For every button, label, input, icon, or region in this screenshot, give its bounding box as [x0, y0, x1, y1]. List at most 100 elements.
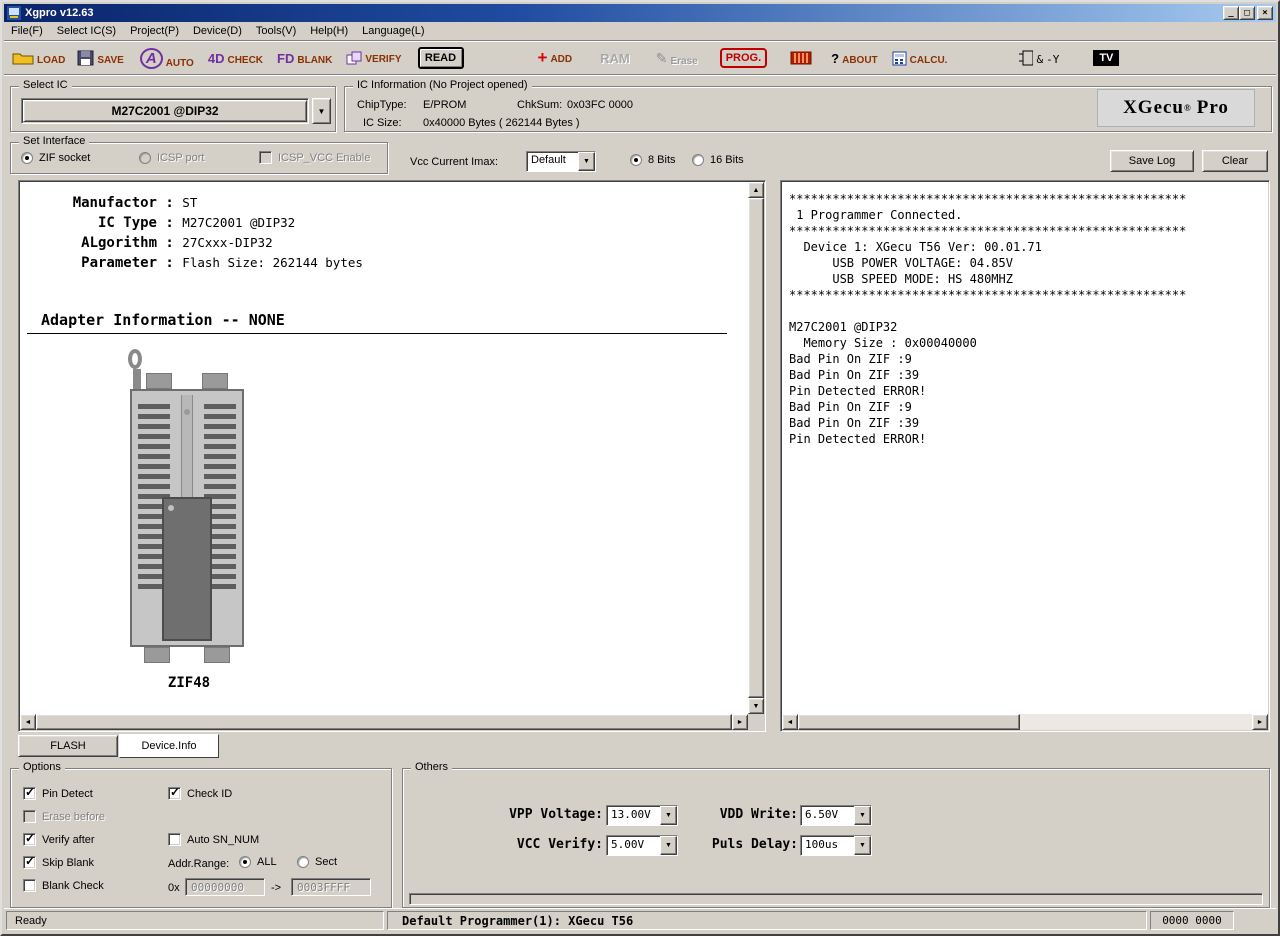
menu-select-ic[interactable]: Select IC(S) — [50, 22, 123, 40]
chevron-down-icon[interactable]: ▼ — [854, 806, 871, 825]
erase-before-checkbox[interactable]: Erase before — [23, 810, 105, 823]
tab-device-info-label: Device.Info — [141, 740, 197, 752]
toolbar-ram-button[interactable]: RAM — [600, 51, 630, 66]
tab-flash[interactable]: FLASH — [18, 735, 118, 757]
toolbar-save-label: SAVE — [97, 55, 124, 66]
chevron-down-icon[interactable]: ▼ — [660, 836, 677, 855]
addr-all-radio[interactable]: ALL — [239, 856, 277, 868]
vertical-scroll-thumb[interactable] — [748, 198, 764, 698]
horizontal-scrollbar[interactable]: ◄ ► — [20, 714, 748, 730]
addr-start-value: 00000000 — [191, 880, 244, 894]
ram-icon: RAM — [600, 50, 630, 66]
scroll-up-icon[interactable]: ▲ — [748, 182, 764, 198]
zif-socket-radio[interactable]: ZIF socket — [21, 152, 90, 164]
toolbar-read-label: READ — [424, 52, 457, 64]
vcc-verify-select[interactable]: 5.00V ▼ — [606, 835, 678, 856]
toolbar-about-button[interactable]: ? ABOUT — [831, 51, 878, 66]
ic-info-group-label: IC Information (No Project opened) — [353, 79, 532, 91]
vdd-write-label: VDD Write: — [719, 807, 798, 822]
toolbar-logic-button[interactable]: & -Y — [1019, 50, 1059, 66]
scroll-down-icon[interactable]: ▼ — [748, 698, 764, 714]
puls-delay-select[interactable]: 100us ▼ — [800, 835, 872, 856]
scroll-right-icon[interactable]: ► — [1252, 714, 1268, 730]
bits16-radio[interactable]: 16 Bits — [692, 154, 744, 166]
horizontal-scroll-thumb[interactable] — [36, 714, 732, 730]
check-id-checkbox[interactable]: Check ID — [168, 785, 232, 800]
verify-after-checkbox[interactable]: Verify after — [23, 831, 95, 846]
menu-tools[interactable]: Tools(V) — [249, 22, 303, 40]
toolbar-verify-button[interactable]: VERIFY — [346, 51, 402, 65]
clear-button[interactable]: Clear — [1202, 150, 1268, 172]
log-panel: ****************************************… — [780, 180, 1270, 732]
open-folder-icon — [12, 53, 34, 65]
maximize-button[interactable]: □ — [1239, 6, 1255, 20]
save-log-button[interactable]: Save Log — [1110, 150, 1194, 172]
check-id-icon: 4D — [207, 50, 225, 66]
icsp-vcc-checkbox[interactable]: ICSP_VCC Enable — [259, 151, 370, 164]
addr-start-field[interactable]: 00000000 — [185, 878, 265, 896]
calculator-icon — [892, 51, 907, 65]
ic-size-value: 0x40000 Bytes ( 262144 Bytes ) — [423, 117, 580, 129]
toolbar-add-button[interactable]: + ADD — [538, 49, 573, 66]
menu-language[interactable]: Language(L) — [355, 22, 431, 40]
menu-help[interactable]: Help(H) — [303, 22, 355, 40]
vpp-voltage-select[interactable]: 13.00V ▼ — [606, 805, 678, 826]
auto-sn-checkbox[interactable]: Auto SN_NUM — [168, 833, 259, 846]
toolbar-save-button[interactable]: SAVE — [77, 50, 124, 66]
tab-device-info[interactable]: Device.Info — [119, 734, 219, 758]
socket-lever-stem — [133, 369, 141, 391]
chevron-down-icon[interactable]: ▼ — [578, 152, 595, 171]
log-horizontal-scrollbar[interactable]: ◄ ► — [782, 714, 1268, 730]
menu-project[interactable]: Project(P) — [123, 22, 186, 40]
toolbar-erase-button[interactable]: ✎ Erase — [656, 50, 698, 67]
addr-sect-radio[interactable]: Sect — [297, 856, 337, 868]
scroll-right-icon[interactable]: ► — [732, 714, 748, 730]
toolbar-prog-button[interactable]: PROG. — [719, 48, 768, 68]
blank-check-checkbox[interactable]: Blank Check — [23, 879, 104, 892]
chevron-down-icon[interactable]: ▼ — [660, 806, 677, 825]
toolbar-load-button[interactable]: LOAD — [12, 50, 65, 66]
addr-end-field[interactable]: 0003FFFF — [291, 878, 371, 896]
bits8-radio[interactable]: 8 Bits — [630, 154, 676, 166]
socket-tab — [202, 373, 228, 389]
skip-blank-checkbox[interactable]: Skip Blank — [23, 854, 94, 869]
toolbar-read-button[interactable]: READ — [417, 47, 464, 69]
parameter-row: Parameter : Flash Size: 262144 bytes — [39, 255, 363, 271]
icsp-vcc-label: ICSP_VCC Enable — [278, 151, 371, 164]
icsp-port-label: ICSP port — [157, 152, 205, 164]
log-horizontal-scroll-thumb[interactable] — [798, 714, 1020, 730]
vcc-current-select[interactable]: Default ▼ — [526, 151, 596, 172]
status-programmer: Default Programmer(1): XGecu T56 — [387, 911, 1147, 930]
toolbar-check-button[interactable]: 4D CHECK — [208, 51, 263, 66]
ic-type-label: IC Type — [97, 215, 157, 231]
minimize-button[interactable]: _ — [1223, 6, 1239, 20]
checkbox-box — [23, 854, 36, 869]
ic-select-combobox[interactable]: M27C2001 @DIP32 — [21, 98, 309, 124]
scroll-left-icon[interactable]: ◄ — [782, 714, 798, 730]
toolbar-calcu-button[interactable]: CALCU. — [892, 51, 947, 66]
ic-select-dropdown-button[interactable]: ▼ — [312, 98, 331, 124]
colon: : — [157, 235, 183, 251]
vertical-scrollbar[interactable]: ▲ ▼ — [748, 182, 764, 714]
checkbox-box — [259, 151, 272, 164]
icsp-port-radio[interactable]: ICSP port — [139, 152, 205, 164]
others-group-label: Others — [411, 761, 453, 773]
menu-file[interactable]: File(F) — [4, 22, 50, 40]
toolbar-blank-button[interactable]: FD BLANK — [277, 51, 332, 66]
menu-device[interactable]: Device(D) — [186, 22, 249, 40]
toolbar-tv-button[interactable]: TV — [1093, 50, 1120, 66]
checkbox-box — [23, 810, 36, 823]
erase-before-label: Erase before — [42, 810, 105, 823]
ic-select-value[interactable]: M27C2001 @DIP32 — [23, 100, 307, 122]
toolbar-add-label: ADD — [550, 54, 573, 65]
logic-gate-icon — [1019, 50, 1034, 66]
pin-detect-checkbox[interactable]: Pin Detect — [23, 785, 93, 800]
close-button[interactable]: × — [1257, 6, 1273, 20]
toolbar-chip-button[interactable] — [789, 49, 813, 67]
toolbar-auto-button[interactable]: A AUTO — [139, 47, 194, 69]
chevron-down-icon[interactable]: ▼ — [854, 836, 871, 855]
logo-pro-text: Pro — [1196, 97, 1229, 118]
scroll-left-icon[interactable]: ◄ — [20, 714, 36, 730]
vdd-write-select[interactable]: 6.50V ▼ — [800, 805, 872, 826]
status-ready-text: Ready — [15, 914, 47, 927]
